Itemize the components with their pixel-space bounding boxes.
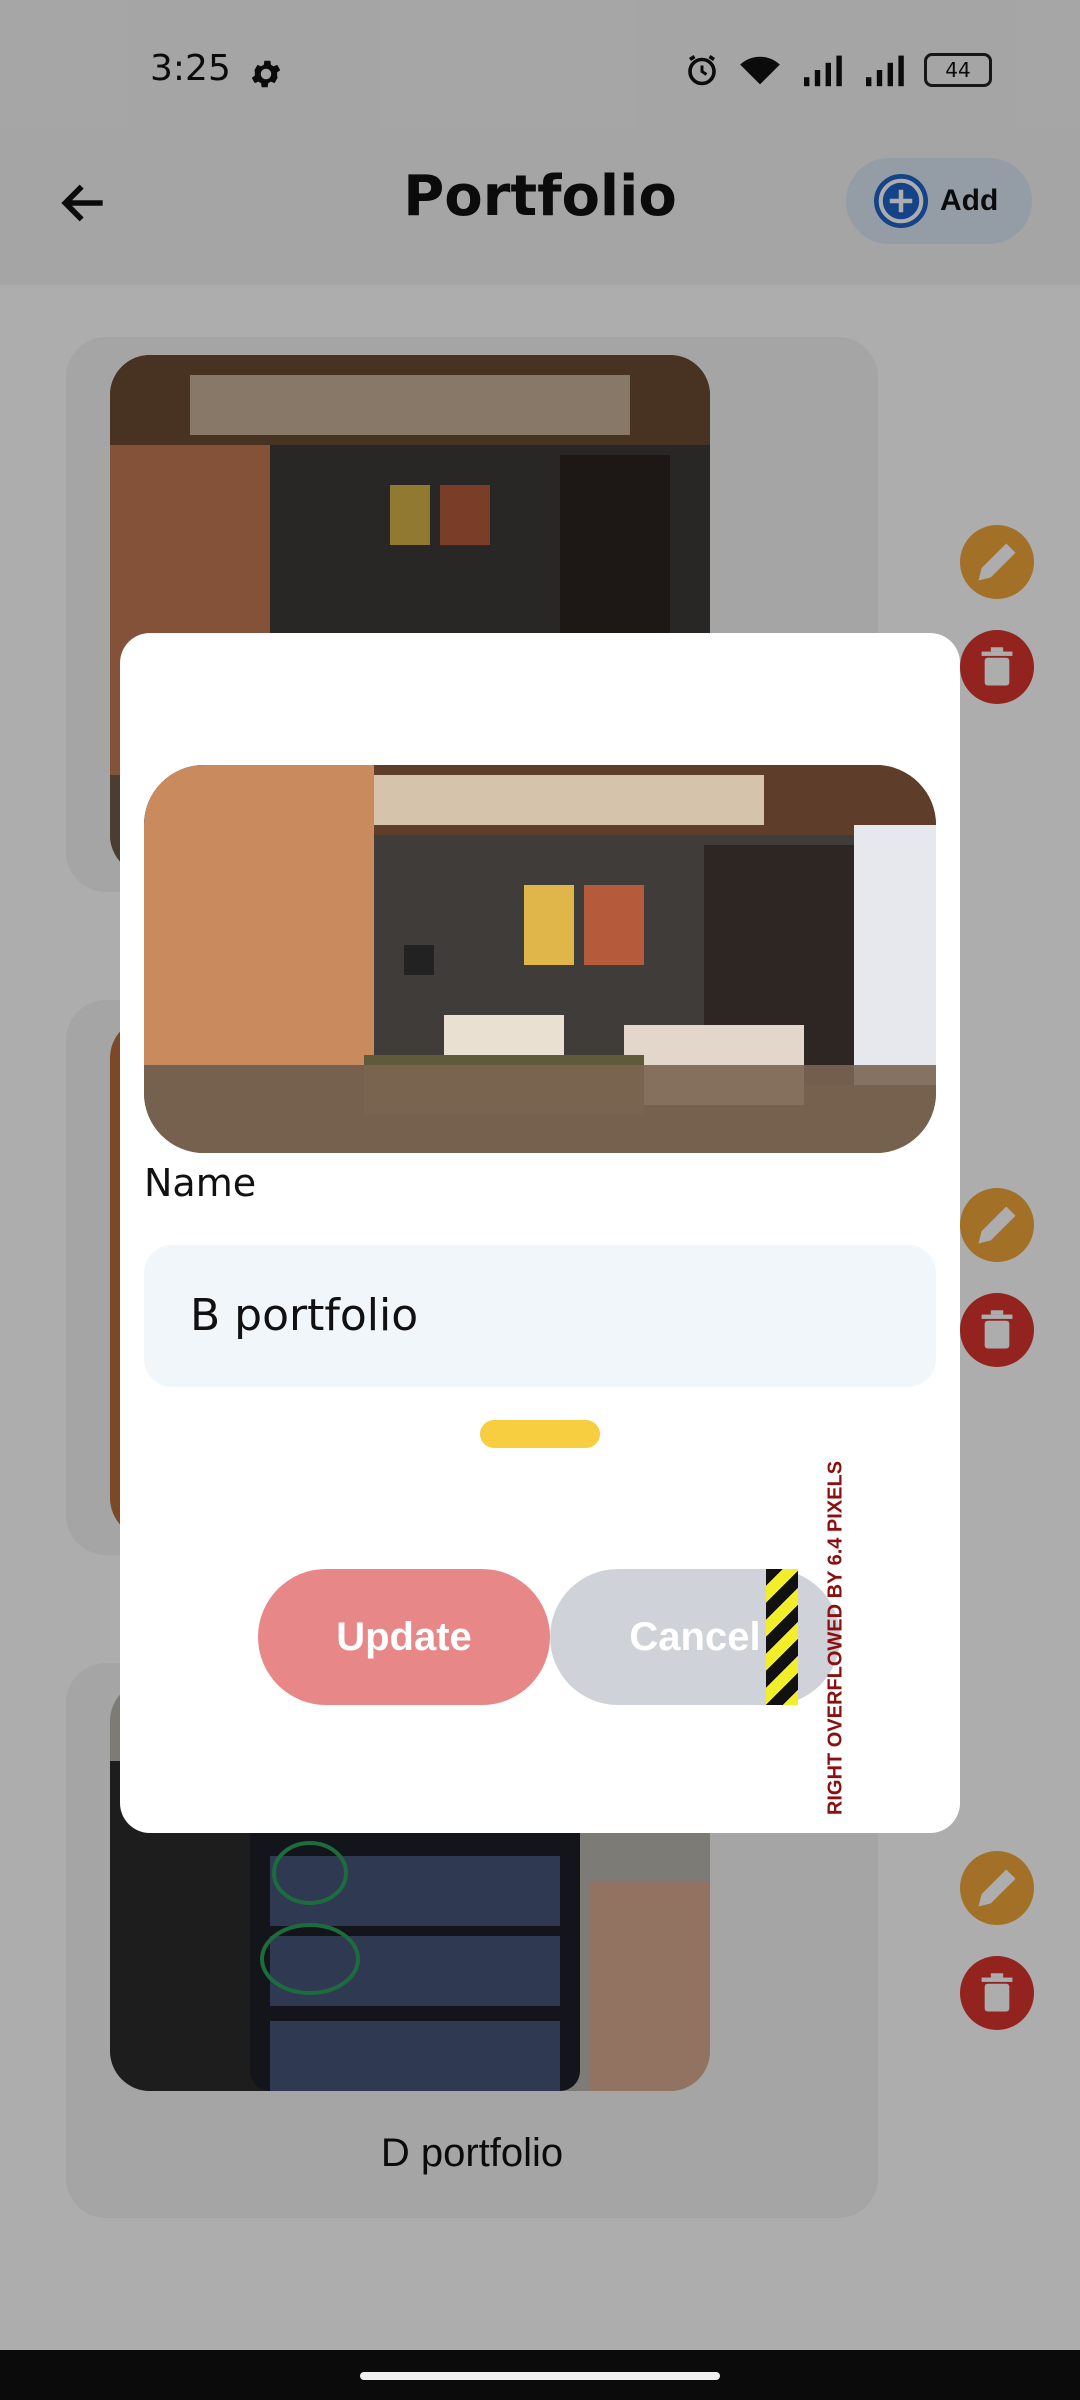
portfolio-image-preview[interactable] — [144, 765, 936, 1153]
home-gesture-handle[interactable] — [360, 2372, 720, 2380]
system-nav-bar — [0, 2350, 1080, 2400]
edit-portfolio-dialog: Name B portfolio Update Cancel RIGHT OVE… — [120, 633, 960, 1833]
update-button[interactable]: Update — [258, 1569, 550, 1705]
overflow-warning-text: RIGHT OVERFLOWED BY 6.4 PIXELS — [824, 1460, 847, 1816]
overflow-warning: RIGHT OVERFLOWED BY 6.4 PIXELS — [816, 1453, 856, 1823]
loading-pill — [480, 1420, 600, 1448]
name-label: Name — [144, 1161, 257, 1205]
overflow-warning-stripe — [766, 1569, 798, 1705]
name-input[interactable]: B portfolio — [144, 1245, 936, 1387]
